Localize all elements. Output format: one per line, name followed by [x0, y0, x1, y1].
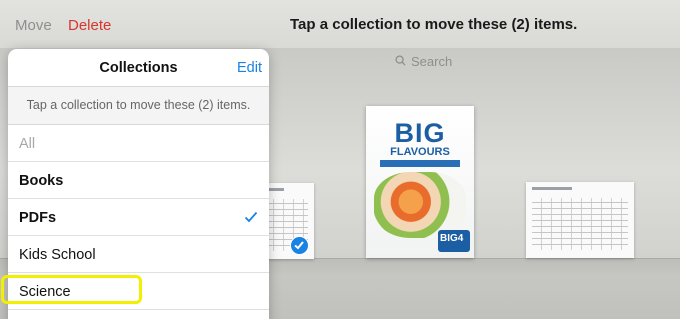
collection-item-pdfs[interactable]: PDFs [8, 199, 269, 236]
collection-item-all: All [8, 125, 269, 162]
popover-header: Collections Edit [8, 49, 269, 87]
checkmark-icon [244, 211, 258, 223]
move-button[interactable]: Move [15, 17, 52, 34]
top-toolbar: Move Delete Tap a collection to move the… [0, 0, 680, 48]
delete-button[interactable]: Delete [68, 17, 111, 34]
doc-table-lines [532, 198, 628, 250]
cover-logo-text: BIG4 [440, 233, 464, 244]
cover-tagline-bar [380, 160, 460, 167]
popover-title: Collections [99, 60, 178, 76]
doc-title-line [532, 187, 572, 190]
search-bar[interactable]: Search [270, 50, 680, 72]
collection-item-label: All [19, 136, 36, 152]
book-cover-big-flavours[interactable]: BIG FLAVOURS BIG4 [366, 106, 474, 258]
toolbar-title: Tap a collection to move these (2) items… [290, 16, 578, 33]
edit-button[interactable]: Edit [237, 60, 262, 76]
collection-item-books[interactable]: Books [8, 162, 269, 199]
collection-item-label: PDFs [19, 210, 57, 226]
search-placeholder: Search [411, 54, 453, 69]
cover-food-image [374, 172, 466, 238]
cover-title: BIG [394, 118, 446, 148]
collection-item-kids-school[interactable]: Kids School [8, 236, 269, 273]
cover-subtitle: FLAVOURS [390, 146, 450, 158]
collection-item-label: Books [19, 173, 64, 189]
popover-hint-text: Tap a collection to move these (2) items… [26, 98, 251, 112]
highlight-annotation [1, 275, 142, 304]
collection-item-label: Kids School [19, 247, 96, 263]
book-pdf-schedule[interactable] [526, 182, 634, 258]
search-icon [395, 55, 406, 66]
selected-check-icon [290, 236, 309, 255]
popover-hint: Tap a collection to move these (2) items… [8, 87, 269, 125]
